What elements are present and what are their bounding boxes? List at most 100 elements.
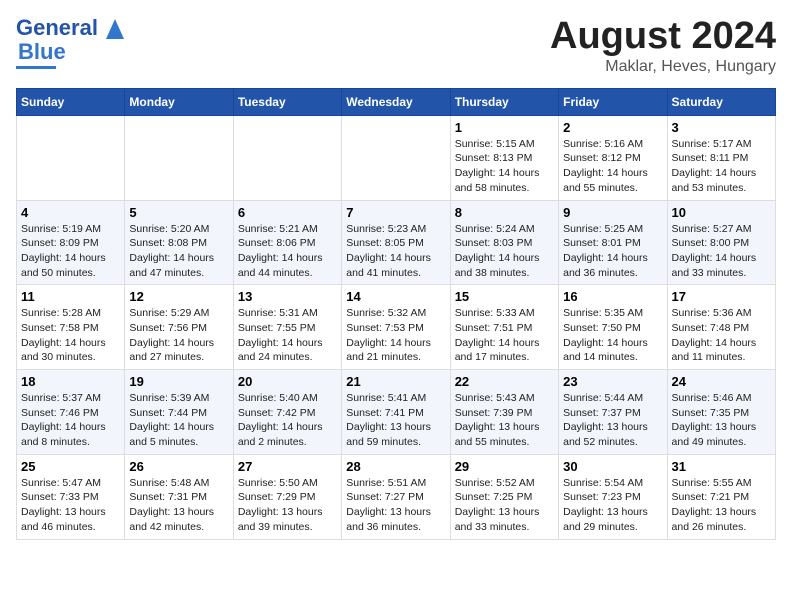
day-info: Sunrise: 5:48 AMSunset: 7:31 PMDaylight:… — [129, 476, 228, 535]
page-subtitle: Maklar, Heves, Hungary — [550, 58, 776, 76]
day-number: 11 — [21, 289, 120, 304]
calendar-cell — [233, 115, 341, 200]
header-cell-monday: Monday — [125, 88, 233, 115]
calendar-cell — [17, 115, 125, 200]
calendar-cell: 31 Sunrise: 5:55 AMSunset: 7:21 PMDayligh… — [667, 454, 775, 539]
day-number: 2 — [563, 120, 662, 135]
day-number: 7 — [346, 205, 445, 220]
calendar-cell: 26Sunrise: 5:48 AMSunset: 7:31 PMDayligh… — [125, 454, 233, 539]
calendar-week-row: 25 Sunrise: 5:47 AMSunset: 7:33 PMDayligh… — [17, 454, 776, 539]
day-number: 3 — [672, 120, 771, 135]
day-info: Sunrise: 5:25 AMSunset: 8:01 PMDaylight:… — [563, 222, 662, 281]
calendar-body: 1Sunrise: 5:15 AMSunset: 8:13 PMDaylight… — [17, 115, 776, 539]
calendar-cell: 27 Sunrise: 5:50 AMSunset: 7:29 PMDayligh… — [233, 454, 341, 539]
day-number: 16 — [563, 289, 662, 304]
day-number: 24 — [672, 374, 771, 389]
calendar-table: SundayMondayTuesdayWednesdayThursdayFrid… — [16, 88, 776, 540]
day-info: Sunrise: 5:27 AMSunset: 8:00 PMDaylight:… — [672, 222, 771, 281]
calendar-cell: 18Sunrise: 5:37 AMSunset: 7:46 PMDayligh… — [17, 370, 125, 455]
day-number: 31 — [672, 459, 771, 474]
day-number: 17 — [672, 289, 771, 304]
day-number: 25 — [21, 459, 120, 474]
page-title: August 2024 — [550, 16, 776, 58]
calendar-cell: 3 Sunrise: 5:17 AMSunset: 8:11 PMDaylight… — [667, 115, 775, 200]
calendar-cell: 12Sunrise: 5:29 AMSunset: 7:56 PMDayligh… — [125, 285, 233, 370]
header-cell-wednesday: Wednesday — [342, 88, 450, 115]
day-info: Sunrise: 5:23 AMSunset: 8:05 PMDaylight:… — [346, 222, 445, 281]
logo-triangle-icon — [106, 19, 124, 39]
day-number: 13 — [238, 289, 337, 304]
day-info: Sunrise: 5:24 AMSunset: 8:03 PMDaylight:… — [455, 222, 554, 281]
day-info: Sunrise: 5:40 AMSunset: 7:42 PMDaylight:… — [238, 391, 337, 450]
day-number: 29 — [455, 459, 554, 474]
day-number: 9 — [563, 205, 662, 220]
calendar-cell: 6 Sunrise: 5:21 AMSunset: 8:06 PMDaylight… — [233, 200, 341, 285]
day-number: 20 — [238, 374, 337, 389]
calendar-cell: 21 Sunrise: 5:41 AMSunset: 7:41 PMDayligh… — [342, 370, 450, 455]
day-info: Sunrise: 5:28 AMSunset: 7:58 PMDaylight:… — [21, 306, 120, 365]
day-info: Sunrise: 5:47 AMSunset: 7:33 PMDaylight:… — [21, 476, 120, 535]
calendar-cell: 1Sunrise: 5:15 AMSunset: 8:13 PMDaylight… — [450, 115, 558, 200]
day-info: Sunrise: 5:35 AMSunset: 7:50 PMDaylight:… — [563, 306, 662, 365]
day-number: 5 — [129, 205, 228, 220]
day-info: Sunrise: 5:55 AMSunset: 7:21 PMDaylight:… — [672, 476, 771, 535]
logo-blue-text: Blue — [18, 39, 66, 64]
day-info: Sunrise: 5:29 AMSunset: 7:56 PMDaylight:… — [129, 306, 228, 365]
calendar-cell: 30 Sunrise: 5:54 AMSunset: 7:23 PMDayligh… — [559, 454, 667, 539]
day-info: Sunrise: 5:17 AMSunset: 8:11 PMDaylight:… — [672, 137, 771, 196]
calendar-week-row: 1Sunrise: 5:15 AMSunset: 8:13 PMDaylight… — [17, 115, 776, 200]
calendar-cell: 29 Sunrise: 5:52 AMSunset: 7:25 PMDayligh… — [450, 454, 558, 539]
day-number: 1 — [455, 120, 554, 135]
calendar-cell: 11 Sunrise: 5:28 AMSunset: 7:58 PMDayligh… — [17, 285, 125, 370]
calendar-cell — [342, 115, 450, 200]
day-info: Sunrise: 5:21 AMSunset: 8:06 PMDaylight:… — [238, 222, 337, 281]
calendar-cell: 15 Sunrise: 5:33 AMSunset: 7:51 PMDayligh… — [450, 285, 558, 370]
calendar-cell: 8 Sunrise: 5:24 AMSunset: 8:03 PMDaylight… — [450, 200, 558, 285]
logo: General Blue — [16, 16, 124, 69]
day-info: Sunrise: 5:31 AMSunset: 7:55 PMDaylight:… — [238, 306, 337, 365]
day-number: 30 — [563, 459, 662, 474]
calendar-cell: 25 Sunrise: 5:47 AMSunset: 7:33 PMDayligh… — [17, 454, 125, 539]
day-number: 15 — [455, 289, 554, 304]
calendar-cell: 28Sunrise: 5:51 AMSunset: 7:27 PMDayligh… — [342, 454, 450, 539]
header-row: SundayMondayTuesdayWednesdayThursdayFrid… — [17, 88, 776, 115]
day-info: Sunrise: 5:39 AMSunset: 7:44 PMDaylight:… — [129, 391, 228, 450]
day-number: 23 — [563, 374, 662, 389]
calendar-cell: 10 Sunrise: 5:27 AMSunset: 8:00 PMDayligh… — [667, 200, 775, 285]
calendar-cell: 2 Sunrise: 5:16 AMSunset: 8:12 PMDaylight… — [559, 115, 667, 200]
day-number: 6 — [238, 205, 337, 220]
calendar-cell: 13 Sunrise: 5:31 AMSunset: 7:55 PMDayligh… — [233, 285, 341, 370]
day-number: 18 — [21, 374, 120, 389]
day-number: 22 — [455, 374, 554, 389]
day-number: 10 — [672, 205, 771, 220]
day-info: Sunrise: 5:41 AMSunset: 7:41 PMDaylight:… — [346, 391, 445, 450]
calendar-cell: 9 Sunrise: 5:25 AMSunset: 8:01 PMDaylight… — [559, 200, 667, 285]
calendar-cell: 22 Sunrise: 5:43 AMSunset: 7:39 PMDayligh… — [450, 370, 558, 455]
calendar-cell — [125, 115, 233, 200]
day-number: 8 — [455, 205, 554, 220]
calendar-cell: 17 Sunrise: 5:36 AMSunset: 7:48 PMDayligh… — [667, 285, 775, 370]
page-header: General Blue August 2024 Maklar, Heves, … — [16, 16, 776, 76]
day-number: 19 — [129, 374, 228, 389]
day-info: Sunrise: 5:43 AMSunset: 7:39 PMDaylight:… — [455, 391, 554, 450]
day-info: Sunrise: 5:16 AMSunset: 8:12 PMDaylight:… — [563, 137, 662, 196]
day-info: Sunrise: 5:36 AMSunset: 7:48 PMDaylight:… — [672, 306, 771, 365]
day-info: Sunrise: 5:33 AMSunset: 7:51 PMDaylight:… — [455, 306, 554, 365]
title-area: August 2024 Maklar, Heves, Hungary — [550, 16, 776, 76]
calendar-cell: 19 Sunrise: 5:39 AMSunset: 7:44 PMDayligh… — [125, 370, 233, 455]
day-number: 28 — [346, 459, 445, 474]
day-number: 21 — [346, 374, 445, 389]
calendar-cell: 14Sunrise: 5:32 AMSunset: 7:53 PMDayligh… — [342, 285, 450, 370]
calendar-cell: 5Sunrise: 5:20 AMSunset: 8:08 PMDaylight… — [125, 200, 233, 285]
day-info: Sunrise: 5:46 AMSunset: 7:35 PMDaylight:… — [672, 391, 771, 450]
day-info: Sunrise: 5:32 AMSunset: 7:53 PMDaylight:… — [346, 306, 445, 365]
day-number: 27 — [238, 459, 337, 474]
day-info: Sunrise: 5:44 AMSunset: 7:37 PMDaylight:… — [563, 391, 662, 450]
day-info: Sunrise: 5:52 AMSunset: 7:25 PMDaylight:… — [455, 476, 554, 535]
day-info: Sunrise: 5:50 AMSunset: 7:29 PMDaylight:… — [238, 476, 337, 535]
logo-text: General — [16, 16, 124, 40]
day-info: Sunrise: 5:54 AMSunset: 7:23 PMDaylight:… — [563, 476, 662, 535]
day-number: 4 — [21, 205, 120, 220]
logo-underline — [16, 66, 56, 69]
calendar-week-row: 18Sunrise: 5:37 AMSunset: 7:46 PMDayligh… — [17, 370, 776, 455]
